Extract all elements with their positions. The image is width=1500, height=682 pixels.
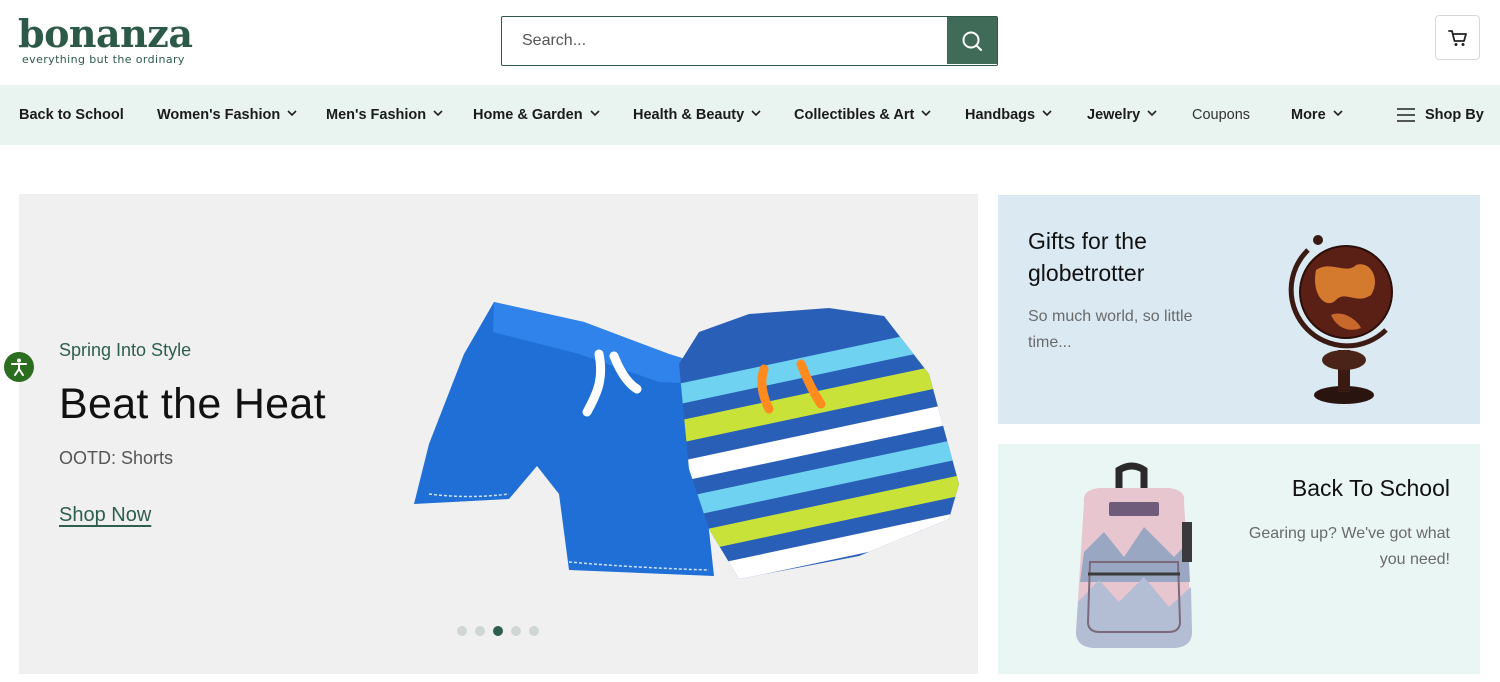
nav-home-garden[interactable]: Home & Garden [473, 85, 600, 145]
search-input[interactable] [502, 17, 948, 64]
promo-card-back-to-school[interactable]: Back To School Gearing up? We've got wha… [998, 444, 1480, 674]
promo-card-subtitle: So much world, so little time... [1028, 308, 1193, 351]
carousel-dot[interactable] [529, 626, 539, 636]
hero-eyebrow: Spring Into Style [59, 340, 192, 360]
nav-handbags[interactable]: Handbags [965, 85, 1052, 145]
logo-wordmark: bonanza [18, 11, 193, 56]
carousel-dot[interactable] [457, 626, 467, 636]
nav-jewelry[interactable]: Jewelry [1087, 85, 1157, 145]
nav-back-to-school[interactable]: Back to School [19, 85, 124, 145]
chevron-down-icon [921, 110, 931, 117]
nav-label: Back to School [19, 107, 124, 123]
hamburger-icon [1397, 108, 1415, 122]
nav-label: Coupons [1192, 107, 1251, 123]
cart-button[interactable] [1435, 15, 1480, 60]
search-button[interactable] [947, 17, 997, 64]
nav-health-beauty[interactable]: Health & Beauty [633, 85, 761, 145]
hero-banner[interactable]: Spring Into Style Beat the Heat OOTD: Sh… [19, 194, 978, 674]
nav-mens-fashion[interactable]: Men's Fashion [326, 85, 443, 145]
carousel-dot[interactable] [475, 626, 485, 636]
promo-card-subtitle: Gearing up? We've got what you need! [1248, 525, 1450, 568]
hero-title: Beat the Heat [59, 380, 326, 428]
search-bar [501, 16, 998, 66]
shorts-product-image [414, 302, 959, 579]
chevron-down-icon [1042, 110, 1052, 117]
nav-label: Collectibles & Art [794, 107, 915, 123]
globe-image [1288, 235, 1393, 404]
chevron-down-icon [1333, 110, 1343, 117]
carousel-dot[interactable] [511, 626, 521, 636]
shop-by-menu[interactable]: Shop By [1397, 85, 1484, 145]
promo-card-title: Gifts for the globetrotter [1028, 228, 1147, 286]
logo-tagline: everything but the ordinary [22, 53, 185, 66]
chevron-down-icon [751, 110, 761, 117]
nav-coupons[interactable]: Coupons [1192, 85, 1250, 145]
category-nav: Back to School Women's Fashion Men's Fas… [0, 85, 1500, 145]
shop-by-label: Shop By [1425, 107, 1484, 123]
nav-label: Men's Fashion [326, 107, 427, 123]
bonanza-logo[interactable]: bonanza everything but the ordinary [18, 12, 198, 72]
hero-subtitle: OOTD: Shorts [59, 448, 174, 468]
chevron-down-icon [287, 110, 297, 117]
nav-womens-fashion[interactable]: Women's Fashion [157, 85, 297, 145]
site-header: bonanza everything but the ordinary [0, 0, 1500, 85]
chevron-down-icon [1147, 110, 1157, 117]
nav-label: More [1291, 107, 1326, 123]
shop-now-link[interactable]: Shop Now [59, 504, 151, 527]
search-icon [962, 31, 982, 51]
nav-more[interactable]: More [1291, 85, 1343, 145]
promo-card-globetrotter[interactable]: Gifts for the globetrotter So much world… [998, 195, 1480, 424]
backpack-image [1076, 462, 1192, 648]
nav-label: Women's Fashion [157, 107, 281, 123]
nav-label: Jewelry [1087, 107, 1141, 123]
accessibility-icon [11, 358, 27, 376]
cart-icon [1447, 29, 1467, 46]
nav-collectibles-art[interactable]: Collectibles & Art [794, 85, 931, 145]
nav-label: Home & Garden [473, 107, 583, 123]
promo-card-title: Back To School [1291, 475, 1450, 501]
nav-label: Health & Beauty [633, 107, 745, 123]
chevron-down-icon [433, 110, 443, 117]
carousel-dots [457, 626, 539, 636]
accessibility-button[interactable] [4, 352, 34, 382]
nav-label: Handbags [965, 107, 1036, 123]
chevron-down-icon [590, 110, 600, 117]
carousel-dot-active[interactable] [493, 626, 503, 636]
